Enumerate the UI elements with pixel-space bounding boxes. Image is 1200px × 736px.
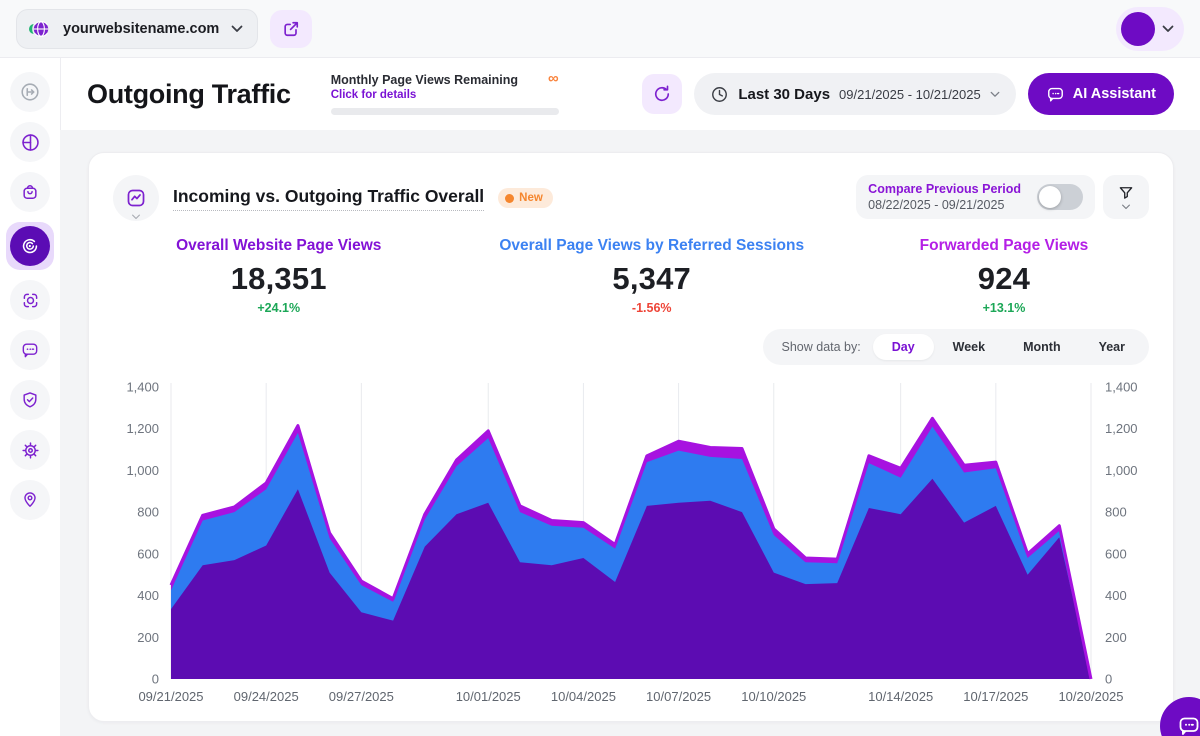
infinity-icon: ∞ <box>548 73 559 85</box>
date-range-label: Last 30 Days <box>738 86 830 103</box>
map-pin-icon <box>20 490 40 510</box>
filter-button[interactable] <box>1103 175 1149 219</box>
orange-dot-icon <box>505 194 514 203</box>
svg-text:1,400: 1,400 <box>1105 380 1138 395</box>
page-header: Outgoing Traffic Monthly Page Views Rema… <box>60 58 1200 130</box>
date-range-picker[interactable]: Last 30 Days 09/21/2025 - 10/21/2025 <box>694 73 1015 115</box>
website-name: yourwebsitename.com <box>63 21 219 37</box>
refresh-button[interactable] <box>642 74 682 114</box>
svg-text:1,000: 1,000 <box>126 463 159 478</box>
external-link-icon <box>281 19 301 39</box>
chevron-down-icon <box>990 91 1000 98</box>
svg-text:10/04/2025: 10/04/2025 <box>551 689 616 704</box>
svg-text:0: 0 <box>1105 672 1112 687</box>
svg-text:1,200: 1,200 <box>126 421 159 436</box>
svg-text:10/07/2025: 10/07/2025 <box>646 689 711 704</box>
svg-text:600: 600 <box>137 546 159 561</box>
chevron-down-icon <box>131 214 141 220</box>
clock-icon <box>710 85 729 104</box>
compare-previous-period: Compare Previous Period 08/22/2025 - 09/… <box>856 175 1095 219</box>
website-selector[interactable]: yourwebsitename.com <box>16 9 258 49</box>
compare-toggle[interactable] <box>1037 184 1083 210</box>
svg-text:09/21/2025: 09/21/2025 <box>138 689 203 704</box>
svg-text:10/17/2025: 10/17/2025 <box>963 689 1028 704</box>
refresh-icon <box>652 84 672 104</box>
ai-chat-icon <box>1046 85 1065 104</box>
scan-target-icon <box>20 290 41 311</box>
sidebar-item-settings[interactable] <box>10 430 50 470</box>
stat-forwarded-page-views: Forwarded Page Views 924 +13.1% <box>859 237 1149 315</box>
chat-bubble-icon <box>20 340 40 360</box>
sidebar-item-tracking[interactable] <box>10 280 50 320</box>
svg-text:400: 400 <box>137 588 159 603</box>
stat-overall-page-views: Overall Website Page Views 18,351 +24.1% <box>113 237 445 315</box>
funnel-icon <box>1117 184 1135 202</box>
granularity-year[interactable]: Year <box>1080 334 1144 360</box>
sidebar-item-store[interactable] <box>10 172 50 212</box>
trend-chart-icon <box>125 187 147 209</box>
ai-assistant-button[interactable]: AI Assistant <box>1028 73 1174 115</box>
chevron-down-icon <box>231 25 243 33</box>
svg-text:10/20/2025: 10/20/2025 <box>1058 689 1123 704</box>
open-website-button[interactable] <box>270 10 312 48</box>
quota-details-link[interactable]: Click for details <box>331 89 559 101</box>
svg-text:200: 200 <box>1105 630 1127 645</box>
user-menu[interactable] <box>1116 7 1184 51</box>
svg-text:400: 400 <box>1105 588 1127 603</box>
new-badge: New <box>498 188 553 208</box>
chevron-down-icon <box>1121 204 1131 210</box>
traffic-area-chart[interactable]: 0 0 200 200 400 400 600 600 800 800 1,000 1,000 1,20… <box>113 373 1149 709</box>
svg-text:09/24/2025: 09/24/2025 <box>234 689 299 704</box>
svg-text:10/14/2025: 10/14/2025 <box>868 689 933 704</box>
chevron-down-icon <box>1162 25 1174 33</box>
svg-text:1,000: 1,000 <box>1105 463 1138 478</box>
collapse-arrow-icon <box>19 81 41 103</box>
svg-text:800: 800 <box>137 505 159 520</box>
quota-label: Monthly Page Views Remaining <box>331 73 518 87</box>
pie-chart-icon <box>20 132 41 153</box>
sidebar-item-collapse[interactable] <box>10 72 50 112</box>
topbar: yourwebsitename.com <box>0 0 1200 58</box>
sidebar-item-outgoing-traffic[interactable] <box>6 222 54 270</box>
sidebar-item-security[interactable] <box>10 380 50 420</box>
granularity-day[interactable]: Day <box>873 334 934 360</box>
svg-text:200: 200 <box>137 630 159 645</box>
compare-label: Compare Previous Period <box>868 182 1021 196</box>
sidebar-item-messages[interactable] <box>10 330 50 370</box>
sidebar <box>0 58 60 736</box>
quota-widget: Monthly Page Views Remaining ∞ Click for… <box>331 73 559 115</box>
svg-text:1,400: 1,400 <box>126 380 159 395</box>
svg-text:800: 800 <box>1105 505 1127 520</box>
shopping-bag-icon <box>20 182 40 202</box>
svg-text:10/10/2025: 10/10/2025 <box>741 689 806 704</box>
page-title: Outgoing Traffic <box>87 79 291 110</box>
radar-traffic-icon <box>10 226 50 266</box>
svg-text:0: 0 <box>152 672 159 687</box>
shield-check-icon <box>20 390 40 410</box>
card-icon-button[interactable] <box>113 175 159 221</box>
quota-progress-bar <box>331 108 559 115</box>
svg-text:1,200: 1,200 <box>1105 421 1138 436</box>
svg-text:600: 600 <box>1105 546 1127 561</box>
compare-range: 08/22/2025 - 09/21/2025 <box>868 198 1021 212</box>
stats-row: Overall Website Page Views 18,351 +24.1%… <box>113 237 1149 315</box>
granularity-month[interactable]: Month <box>1004 334 1079 360</box>
ai-assistant-label: AI Assistant <box>1073 86 1156 102</box>
date-range-value: 09/21/2025 - 10/21/2025 <box>839 87 981 102</box>
show-data-by-label: Show data by: <box>782 340 861 354</box>
svg-text:10/01/2025: 10/01/2025 <box>456 689 521 704</box>
card-title[interactable]: Incoming vs. Outgoing Traffic Overall <box>173 186 484 211</box>
globe-icon <box>27 17 51 41</box>
content-area: Incoming vs. Outgoing Traffic Overall Ne… <box>60 130 1200 736</box>
gear-icon <box>20 440 41 461</box>
stat-referred-sessions: Overall Page Views by Referred Sessions … <box>445 237 859 315</box>
traffic-overview-card: Incoming vs. Outgoing Traffic Overall Ne… <box>88 152 1174 722</box>
granularity-switcher: Show data by: Day Week Month Year <box>763 329 1150 365</box>
svg-text:09/27/2025: 09/27/2025 <box>329 689 394 704</box>
chat-bubble-icon <box>1177 714 1200 736</box>
sidebar-item-overview[interactable] <box>10 122 50 162</box>
granularity-week[interactable]: Week <box>934 334 1004 360</box>
sidebar-item-locations[interactable] <box>10 480 50 520</box>
avatar <box>1121 12 1155 46</box>
